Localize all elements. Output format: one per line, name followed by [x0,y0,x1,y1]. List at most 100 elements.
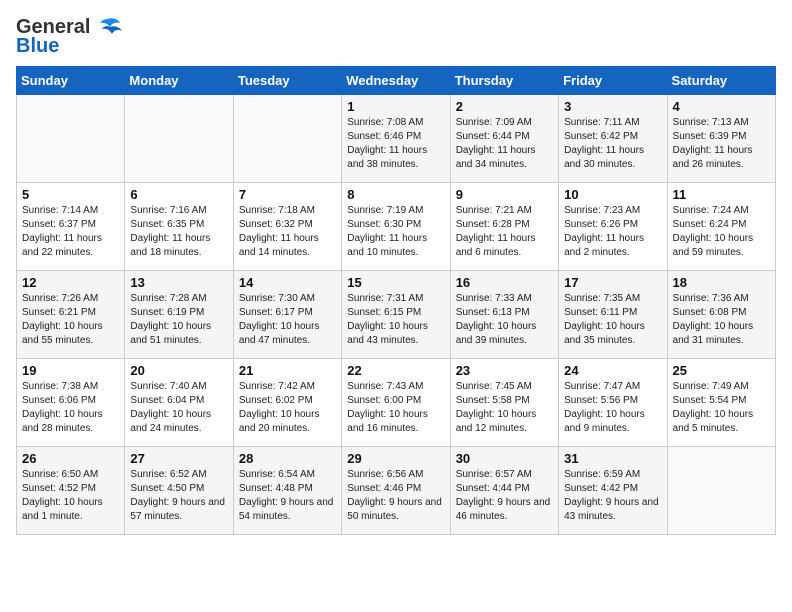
cell-sunset: Sunset: 6:00 PM [347,395,421,406]
calendar-cell: 1Sunrise: 7:08 AMSunset: 6:46 PMDaylight… [342,95,450,183]
cell-sunrise: Sunrise: 7:49 AM [673,381,749,392]
cell-daylight: Daylight: 9 hours and 43 minutes. [564,497,659,522]
day-number: 14 [239,275,336,290]
cell-sunset: Sunset: 5:58 PM [456,395,530,406]
cell-daylight: Daylight: 10 hours and 5 minutes. [673,409,754,434]
calendar-cell: 6Sunrise: 7:16 AMSunset: 6:35 PMDaylight… [125,183,233,271]
cell-sunset: Sunset: 4:44 PM [456,483,530,494]
cell-sunrise: Sunrise: 7:14 AM [22,205,98,216]
cell-daylight: Daylight: 10 hours and 28 minutes. [22,409,103,434]
day-number: 6 [130,187,227,202]
day-header-saturday: Saturday [667,67,775,95]
calendar-cell: 9Sunrise: 7:21 AMSunset: 6:28 PMDaylight… [450,183,558,271]
cell-sunrise: Sunrise: 7:26 AM [22,293,98,304]
cell-sunrise: Sunrise: 7:36 AM [673,293,749,304]
cell-daylight: Daylight: 10 hours and 51 minutes. [130,321,211,346]
day-number: 20 [130,363,227,378]
cell-sunset: Sunset: 6:30 PM [347,219,421,230]
calendar-cell: 5Sunrise: 7:14 AMSunset: 6:37 PMDaylight… [17,183,125,271]
day-number: 17 [564,275,661,290]
cell-sunset: Sunset: 5:56 PM [564,395,638,406]
day-header-tuesday: Tuesday [233,67,341,95]
cell-daylight: Daylight: 10 hours and 59 minutes. [673,233,754,258]
calendar-week-5: 26Sunrise: 6:50 AMSunset: 4:52 PMDayligh… [17,447,776,535]
cell-sunrise: Sunrise: 6:50 AM [22,469,98,480]
cell-daylight: Daylight: 11 hours and 6 minutes. [456,233,536,258]
cell-sunset: Sunset: 6:21 PM [22,307,96,318]
day-number: 25 [673,363,770,378]
calendar-cell: 16Sunrise: 7:33 AMSunset: 6:13 PMDayligh… [450,271,558,359]
calendar-cell: 27 Sunrise: 6:52 AM Sunset: 4:50 PM Dayligh… [125,447,233,535]
day-number: 3 [564,99,661,114]
day-number: 2 [456,99,553,114]
day-number: 24 [564,363,661,378]
calendar-cell: 2Sunrise: 7:09 AMSunset: 6:44 PMDaylight… [450,95,558,183]
cell-sunset: Sunset: 6:46 PM [347,131,421,142]
cell-sunset: Sunset: 4:46 PM [347,483,421,494]
calendar-cell: 29Sunrise: 6:56 AMSunset: 4:46 PMDayligh… [342,447,450,535]
cell-sunrise: Sunrise: 7:47 AM [564,381,640,392]
cell-sunrise: Sunrise: 7:43 AM [347,381,423,392]
cell-daylight: Daylight: 11 hours and 14 minutes. [239,233,319,258]
cell-sunset: Sunset: 6:11 PM [564,307,637,318]
cell-sunrise: Sunrise: 7:24 AM [673,205,749,216]
day-number: 8 [347,187,444,202]
cell-sunset: Sunset: 4:48 PM [239,483,313,494]
cell-sunrise: Sunrise: 6:54 AM [239,469,315,480]
cell-sunrise: Sunrise: 7:28 AM [130,293,206,304]
calendar-cell [17,95,125,183]
cell-daylight: Daylight: 10 hours and 31 minutes. [673,321,754,346]
cell-sunrise: Sunrise: 7:42 AM [239,381,315,392]
calendar-cell: 10Sunrise: 7:23 AMSunset: 6:26 PMDayligh… [559,183,667,271]
calendar-cell: 19Sunrise: 7:38 AMSunset: 6:06 PMDayligh… [17,359,125,447]
cell-daylight: Daylight: 10 hours and 39 minutes. [456,321,537,346]
cell-daylight: Daylight: 11 hours and 18 minutes. [130,233,210,258]
cell-sunrise: Sunrise: 6:59 AM [564,469,640,480]
cell-sunrise: Sunrise: 7:30 AM [239,293,315,304]
day-number: 27 [130,451,227,466]
cell-daylight: Daylight: 11 hours and 2 minutes. [564,233,644,258]
calendar-cell: 3Sunrise: 7:11 AMSunset: 6:42 PMDaylight… [559,95,667,183]
day-number: 29 [347,451,444,466]
calendar-cell: 18Sunrise: 7:36 AMSunset: 6:08 PMDayligh… [667,271,775,359]
logo: General Blue [16,16,122,58]
calendar-cell: 23Sunrise: 7:45 AMSunset: 5:58 PMDayligh… [450,359,558,447]
cell-sunrise: Sunrise: 7:08 AM [347,117,423,128]
cell-sunrise: Sunrise: 7:40 AM [130,381,206,392]
cell-sunset: Sunset: 4:50 PM [130,483,204,494]
calendar-cell: 20Sunrise: 7:40 AMSunset: 6:04 PMDayligh… [125,359,233,447]
cell-sunrise: Sunrise: 6:57 AM [456,469,532,480]
calendar-cell: 4Sunrise: 7:13 AMSunset: 6:39 PMDaylight… [667,95,775,183]
cell-daylight: Daylight: 9 hours and 57 minutes. [130,497,225,522]
day-number: 23 [456,363,553,378]
cell-daylight: Daylight: 11 hours and 10 minutes. [347,233,427,258]
cell-sunset: Sunset: 6:42 PM [564,131,638,142]
calendar-cell: 30Sunrise: 6:57 AMSunset: 4:44 PMDayligh… [450,447,558,535]
cell-daylight: Daylight: 9 hours and 54 minutes. [239,497,334,522]
cell-daylight: Daylight: 10 hours and 47 minutes. [239,321,320,346]
cell-sunset: Sunset: 6:13 PM [456,307,530,318]
cell-daylight: Daylight: 10 hours and 1 minute. [22,497,103,522]
cell-sunrise: Sunrise: 7:21 AM [456,205,532,216]
day-header-wednesday: Wednesday [342,67,450,95]
cell-sunrise: Sunrise: 7:16 AM [130,205,206,216]
day-number: 1 [347,99,444,114]
calendar-week-1: 1Sunrise: 7:08 AMSunset: 6:46 PMDaylight… [17,95,776,183]
day-number: 5 [22,187,119,202]
day-number: 30 [456,451,553,466]
cell-daylight: Daylight: 10 hours and 24 minutes. [130,409,211,434]
calendar-week-3: 12 Sunrise: 7:26 AM Sunset: 6:21 PM Dayligh… [17,271,776,359]
day-number: 12 [22,275,119,290]
cell-sunrise: Sunrise: 6:52 AM [130,469,206,480]
cell-sunset: Sunset: 6:39 PM [673,131,747,142]
logo-bird-icon [94,17,122,39]
cell-daylight: Daylight: 9 hours and 50 minutes. [347,497,442,522]
day-number: 7 [239,187,336,202]
cell-sunset: Sunset: 6:32 PM [239,219,313,230]
calendar-week-2: 5Sunrise: 7:14 AMSunset: 6:37 PMDaylight… [17,183,776,271]
cell-sunrise: Sunrise: 7:38 AM [22,381,98,392]
day-header-monday: Monday [125,67,233,95]
calendar-cell: 25Sunrise: 7:49 AMSunset: 5:54 PMDayligh… [667,359,775,447]
day-number: 22 [347,363,444,378]
cell-sunrise: Sunrise: 7:35 AM [564,293,640,304]
